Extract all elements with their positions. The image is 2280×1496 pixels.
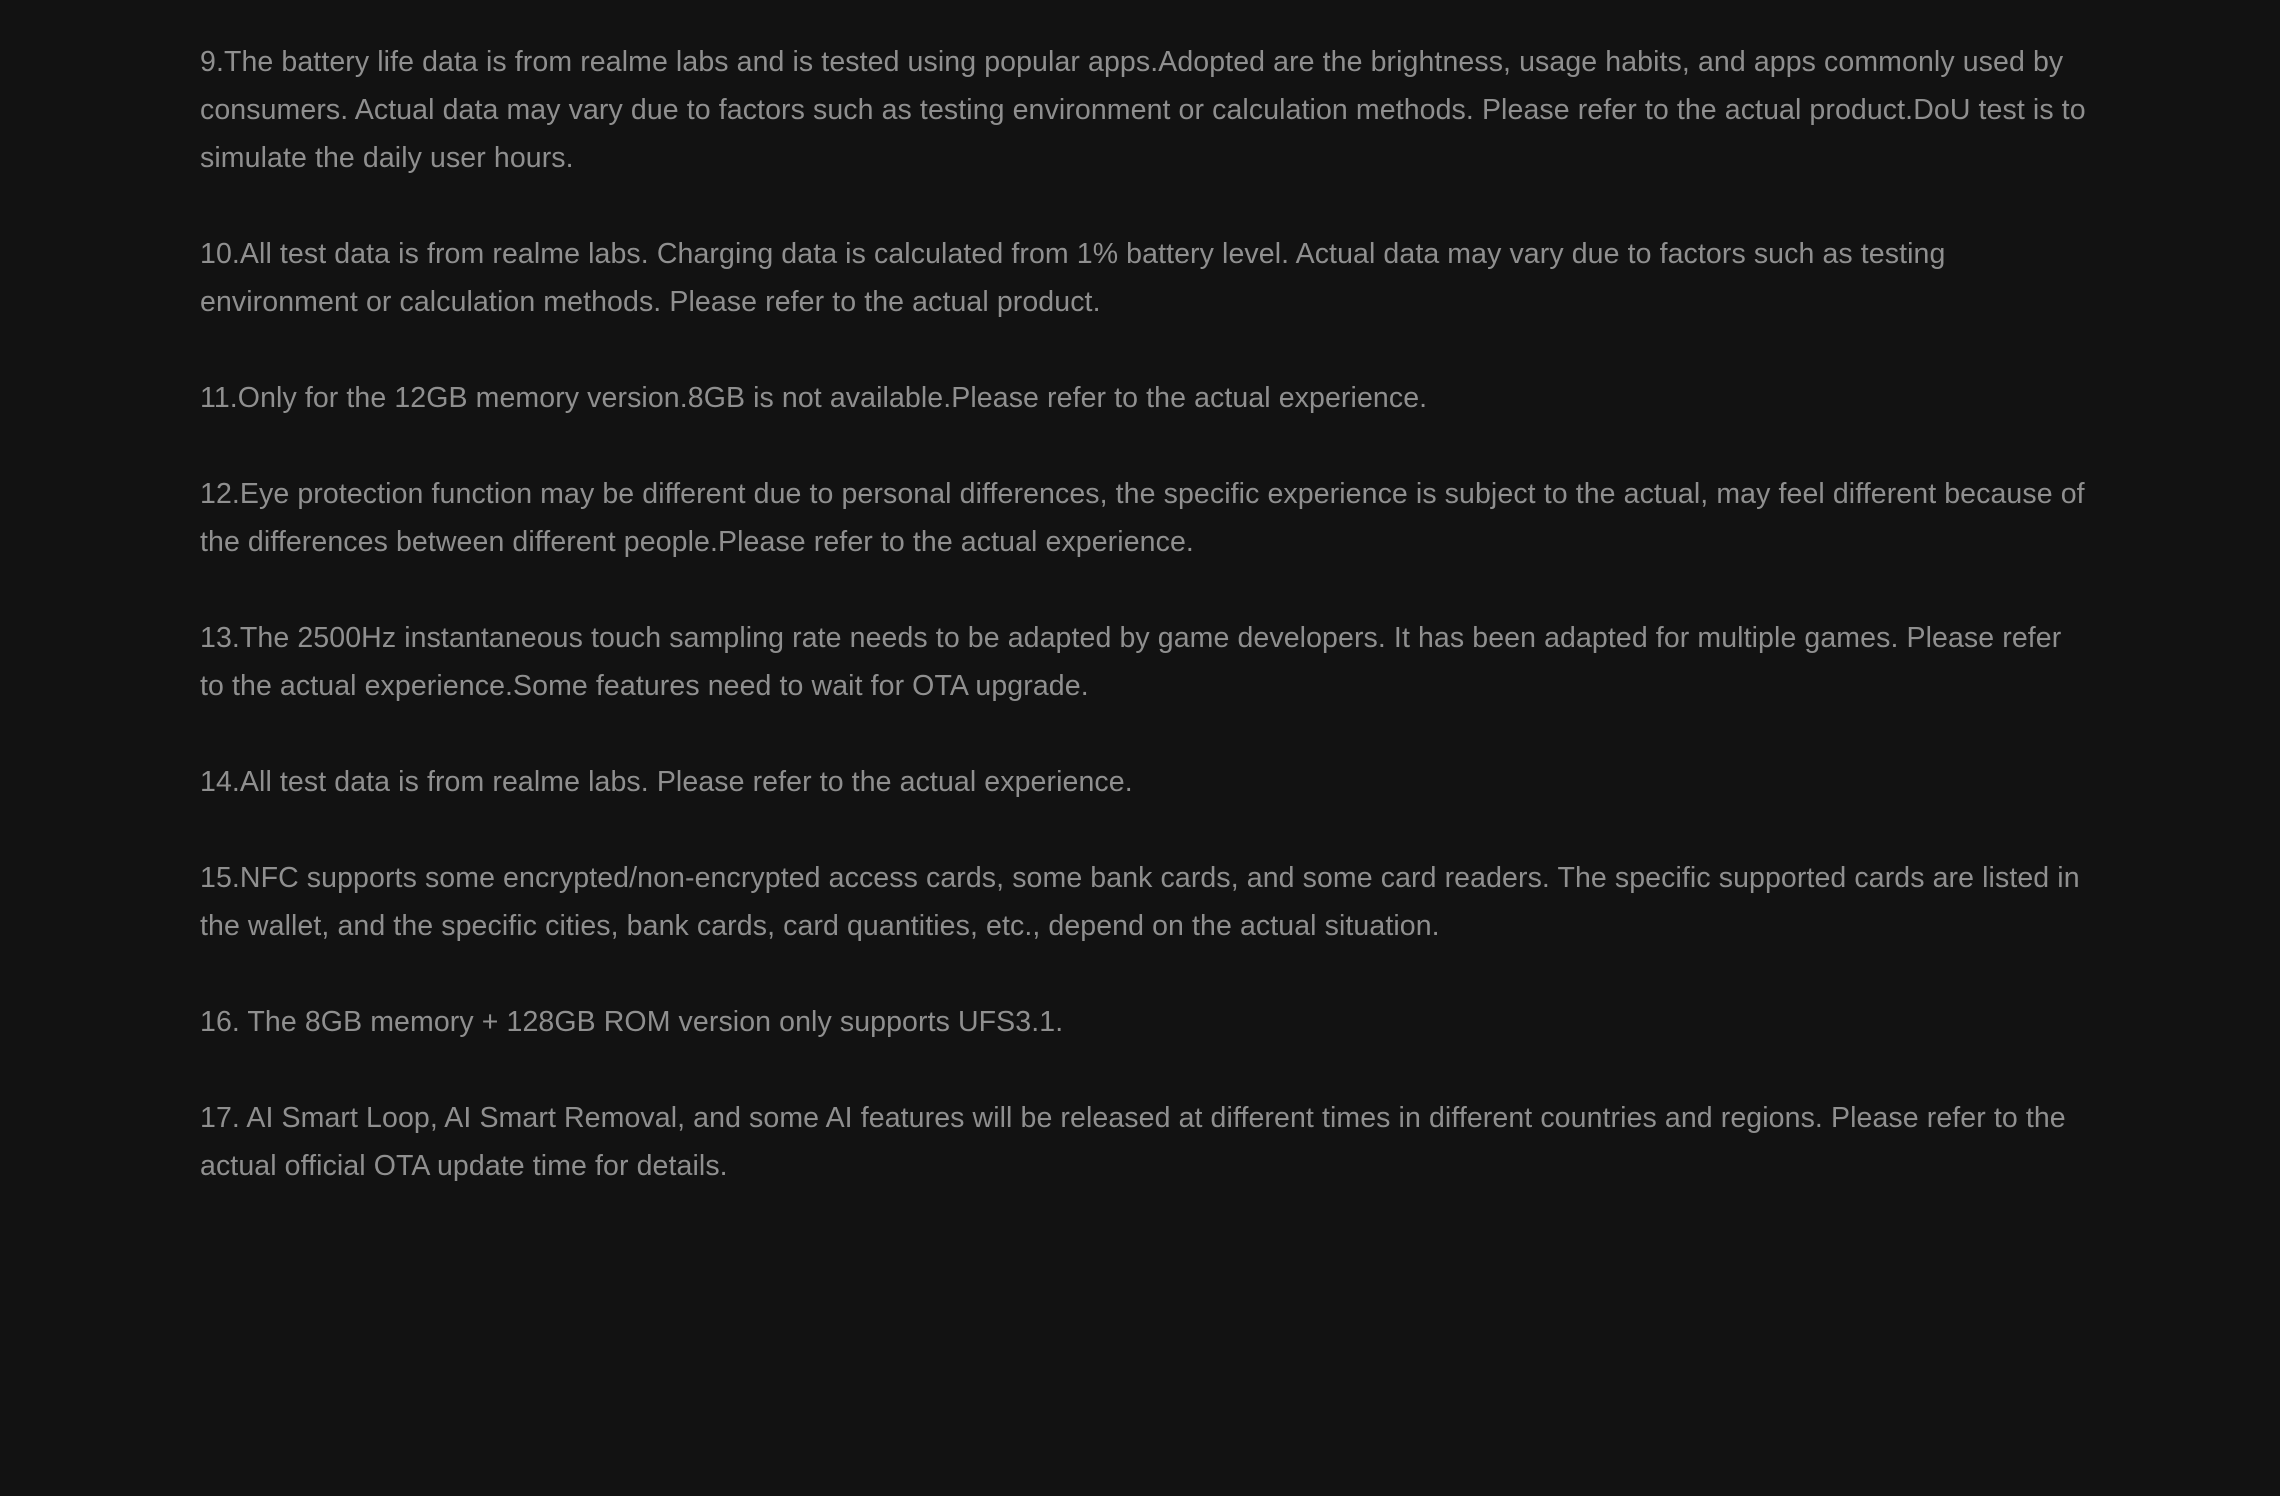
disclaimer-page: 9.The battery life data is from realme l… <box>0 0 2280 1496</box>
disclaimer-note-15: 15.NFC supports some encrypted/non-encry… <box>200 862 2080 942</box>
disclaimer-note-12: 12.Eye protection function may be differ… <box>200 478 2085 558</box>
disclaimer-note-9: 9.The battery life data is from realme l… <box>200 46 2086 174</box>
disclaimer-notes-list: 9.The battery life data is from realme l… <box>200 38 2090 1238</box>
disclaimer-note-16: 16. The 8GB memory + 128GB ROM version o… <box>200 1006 1064 1038</box>
disclaimer-note-14: 14.All test data is from realme labs. Pl… <box>200 766 1133 798</box>
disclaimer-note-17: 17. AI Smart Loop, AI Smart Removal, and… <box>200 1102 2066 1182</box>
disclaimer-note-11: 11.Only for the 12GB memory version.8GB … <box>200 382 1428 414</box>
disclaimer-note-13: 13.The 2500Hz instantaneous touch sampli… <box>200 622 2062 702</box>
disclaimer-note-10: 10.All test data is from realme labs. Ch… <box>200 238 1946 318</box>
